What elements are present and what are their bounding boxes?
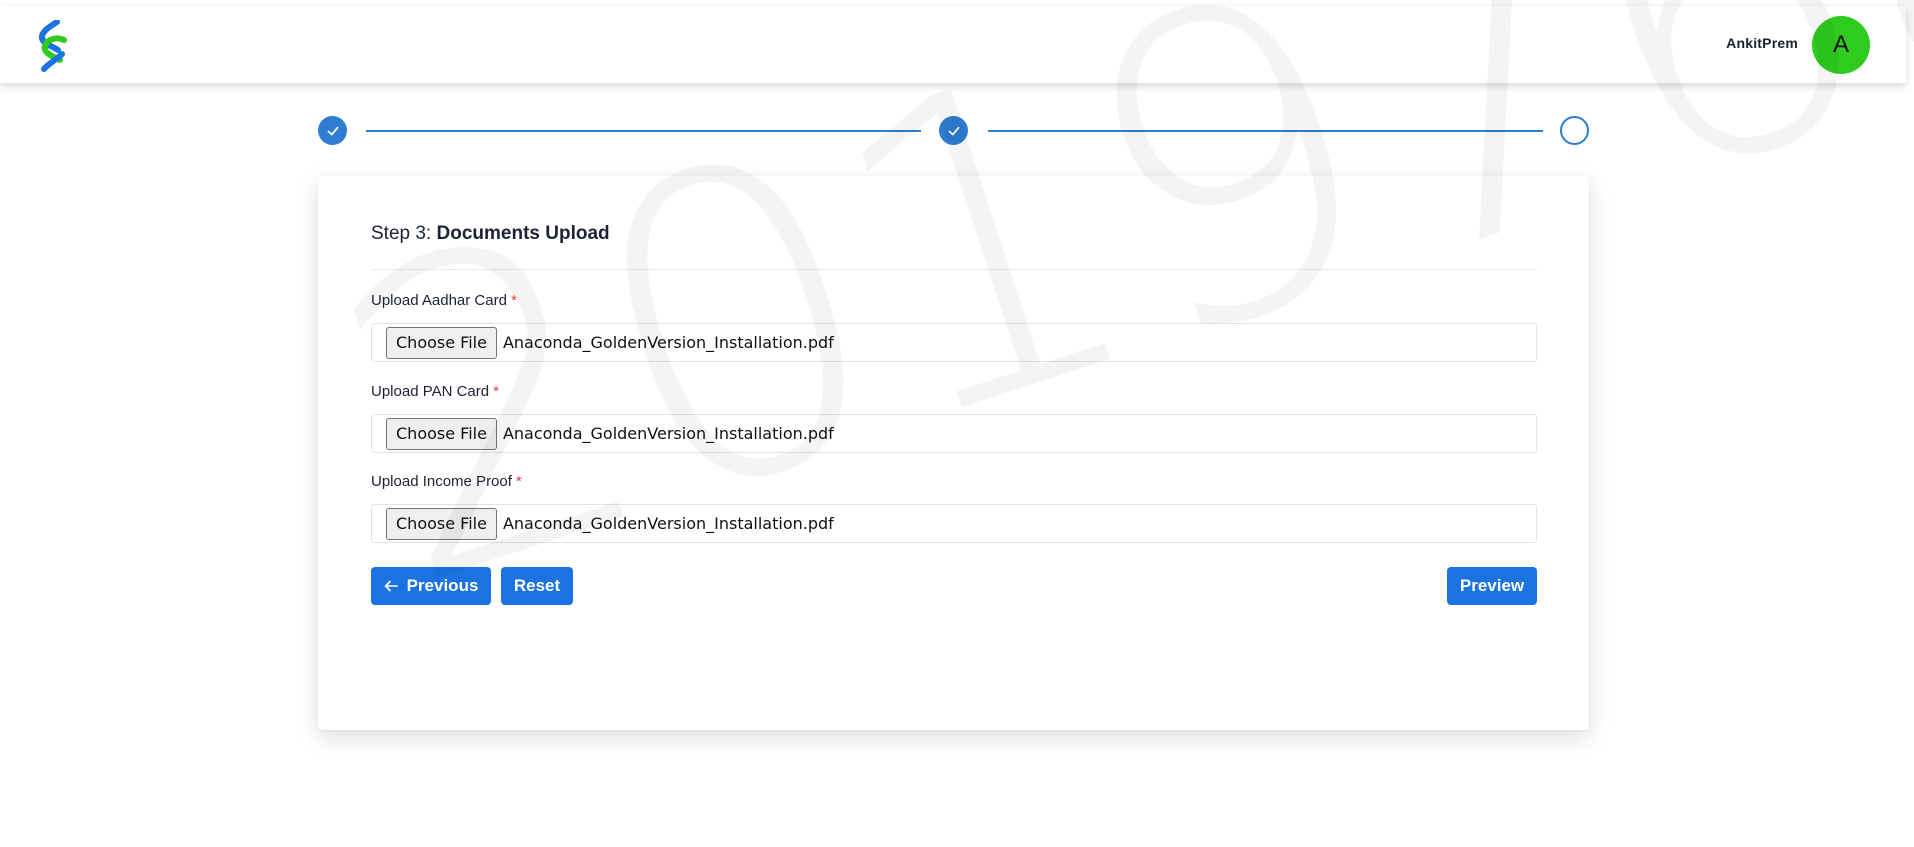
- check-icon: [327, 126, 338, 135]
- aadhar-card-file-input[interactable]: Choose File Anaconda_GoldenVersion_Insta…: [371, 323, 1537, 362]
- choose-file-button[interactable]: Choose File: [386, 507, 497, 540]
- reset-button-label: Reset: [513, 576, 561, 595]
- selected-file-name: Anaconda_GoldenVersion_Installation.pdf: [502, 514, 834, 533]
- bank-logo-icon[interactable]: [36, 19, 70, 72]
- preview-button-label: Preview: [1459, 576, 1525, 595]
- documents-upload-card: Step 3: Documents Upload Upload Aadhar C…: [318, 176, 1589, 730]
- page: 2019768 AnkitPrem A St: [0, 0, 1914, 847]
- income-proof-label-text: Upload Income Proof: [371, 473, 512, 490]
- required-marker: *: [515, 473, 522, 490]
- previous-button[interactable]: Previous: [371, 567, 491, 605]
- step-connector-1: [366, 130, 921, 132]
- reset-button[interactable]: Reset: [501, 567, 573, 605]
- required-marker: *: [510, 292, 517, 309]
- pan-card-label-text: Upload PAN Card: [371, 383, 490, 400]
- preview-button[interactable]: Preview: [1447, 567, 1537, 605]
- step-prefix: Step 3:: [371, 223, 437, 244]
- choose-file-button[interactable]: Choose File: [386, 417, 497, 450]
- progress-stepper: [318, 116, 1626, 146]
- arrow-left-icon: [384, 580, 398, 592]
- selected-file-name: Anaconda_GoldenVersion_Installation.pdf: [502, 333, 834, 352]
- required-marker: *: [493, 383, 499, 400]
- step-2-completed: [939, 116, 968, 145]
- income-proof-file-input[interactable]: Choose File Anaconda_GoldenVersion_Insta…: [371, 504, 1537, 543]
- income-proof-label: Upload Income Proof *: [371, 473, 522, 490]
- user-avatar[interactable]: A: [1812, 16, 1870, 74]
- aadhar-card-label: Upload Aadhar Card *: [371, 292, 517, 309]
- step-title: Documents Upload: [436, 223, 610, 244]
- pan-card-file-input[interactable]: Choose File Anaconda_GoldenVersion_Insta…: [371, 414, 1537, 453]
- divider: [371, 269, 1537, 270]
- pan-card-label: Upload PAN Card *: [371, 383, 499, 400]
- user-name: AnkitPrem: [1726, 35, 1798, 51]
- previous-button-label: Previous: [406, 576, 479, 595]
- top-header: AnkitPrem A: [0, 6, 1906, 83]
- choose-file-button[interactable]: Choose File: [386, 326, 497, 359]
- selected-file-name: Anaconda_GoldenVersion_Installation.pdf: [502, 424, 834, 443]
- step-connector-2: [988, 130, 1543, 132]
- page-title: Step 3: Documents Upload: [371, 223, 610, 245]
- step-3-current: [1560, 116, 1589, 145]
- check-icon: [948, 126, 959, 135]
- step-1-completed: [318, 116, 347, 145]
- aadhar-card-label-text: Upload Aadhar Card: [371, 292, 507, 309]
